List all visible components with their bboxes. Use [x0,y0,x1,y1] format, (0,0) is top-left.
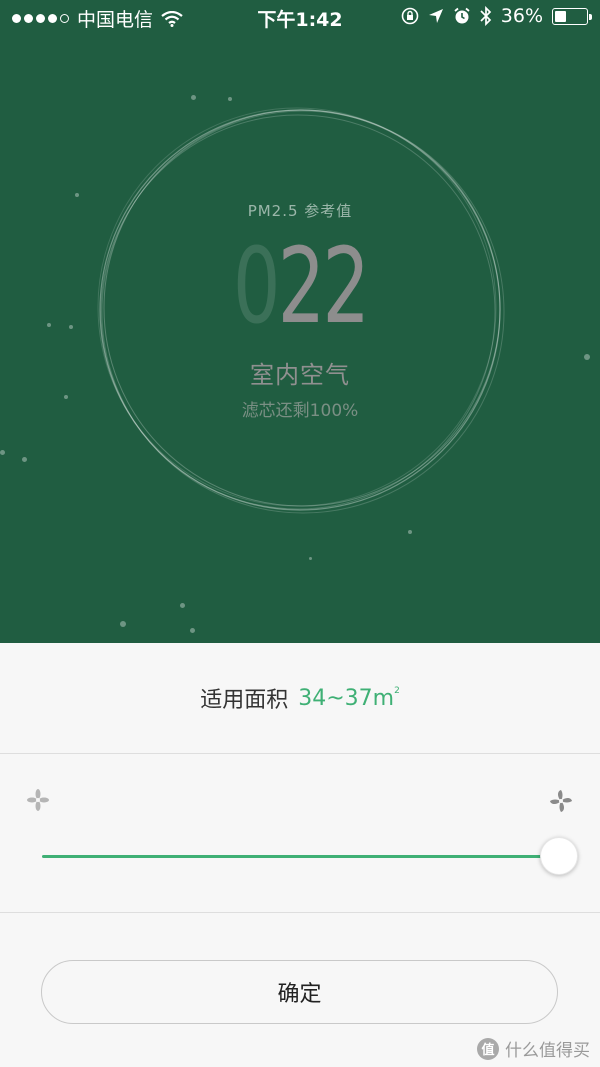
pm-reading: 22 [277,225,370,347]
particle-dot [0,450,5,455]
particle-dot [47,323,51,327]
pm-gauge: PM2.5 参考值 022 室内空气 滤芯还剩100% [100,200,500,421]
room-label: 室内空气 [250,361,350,389]
fan-speed-track[interactable] [42,855,560,858]
pm-leading-digit: 0 [232,225,281,347]
particle-dot [22,457,27,462]
fan-speed-control [0,755,600,913]
particle-dot [190,628,195,633]
battery-percentage: 36% [500,5,543,27]
particle-dot [584,354,590,360]
fan-fast-icon [550,790,572,812]
bluetooth-icon [480,6,491,26]
area-value-text: 34~37m [298,685,395,711]
particle-dot [69,325,73,329]
area-label: 适用面积 [200,688,289,713]
fan-slow-icon [27,789,49,811]
orientation-lock-icon [401,7,419,25]
particle-dot [64,395,68,399]
particle-dot [180,603,185,608]
pm-label: PM2.5 参考值 [247,202,353,220]
alarm-icon [454,7,470,24]
location-icon [428,9,443,23]
pm-value: 022 [156,231,444,341]
watermark-logo-icon: 值 [477,1037,499,1060]
air-quality-panel: 中国电信 下午1:42 36% PM2.5 参考值 022 室内空气 滤芯还剩1… [0,0,600,643]
area-unit-superscript: 2 [394,685,400,696]
particle-dot [120,621,126,627]
particle-dot [408,530,412,534]
status-bar: 中国电信 下午1:42 36% [0,0,600,34]
area-value: 34~37m2 [298,686,400,711]
applicable-area: 适用面积 34~37m2 [0,643,600,754]
battery-icon [552,7,592,25]
confirm-button[interactable]: 确定 [41,960,558,1024]
watermark-text: 什么值得买 [505,1041,590,1061]
watermark: 值 什么值得买 [477,1036,590,1061]
filter-status: 滤芯还剩100% [241,401,359,421]
fan-speed-handle[interactable] [540,837,578,875]
particle-dot [309,557,312,560]
particle-dot [75,193,79,197]
